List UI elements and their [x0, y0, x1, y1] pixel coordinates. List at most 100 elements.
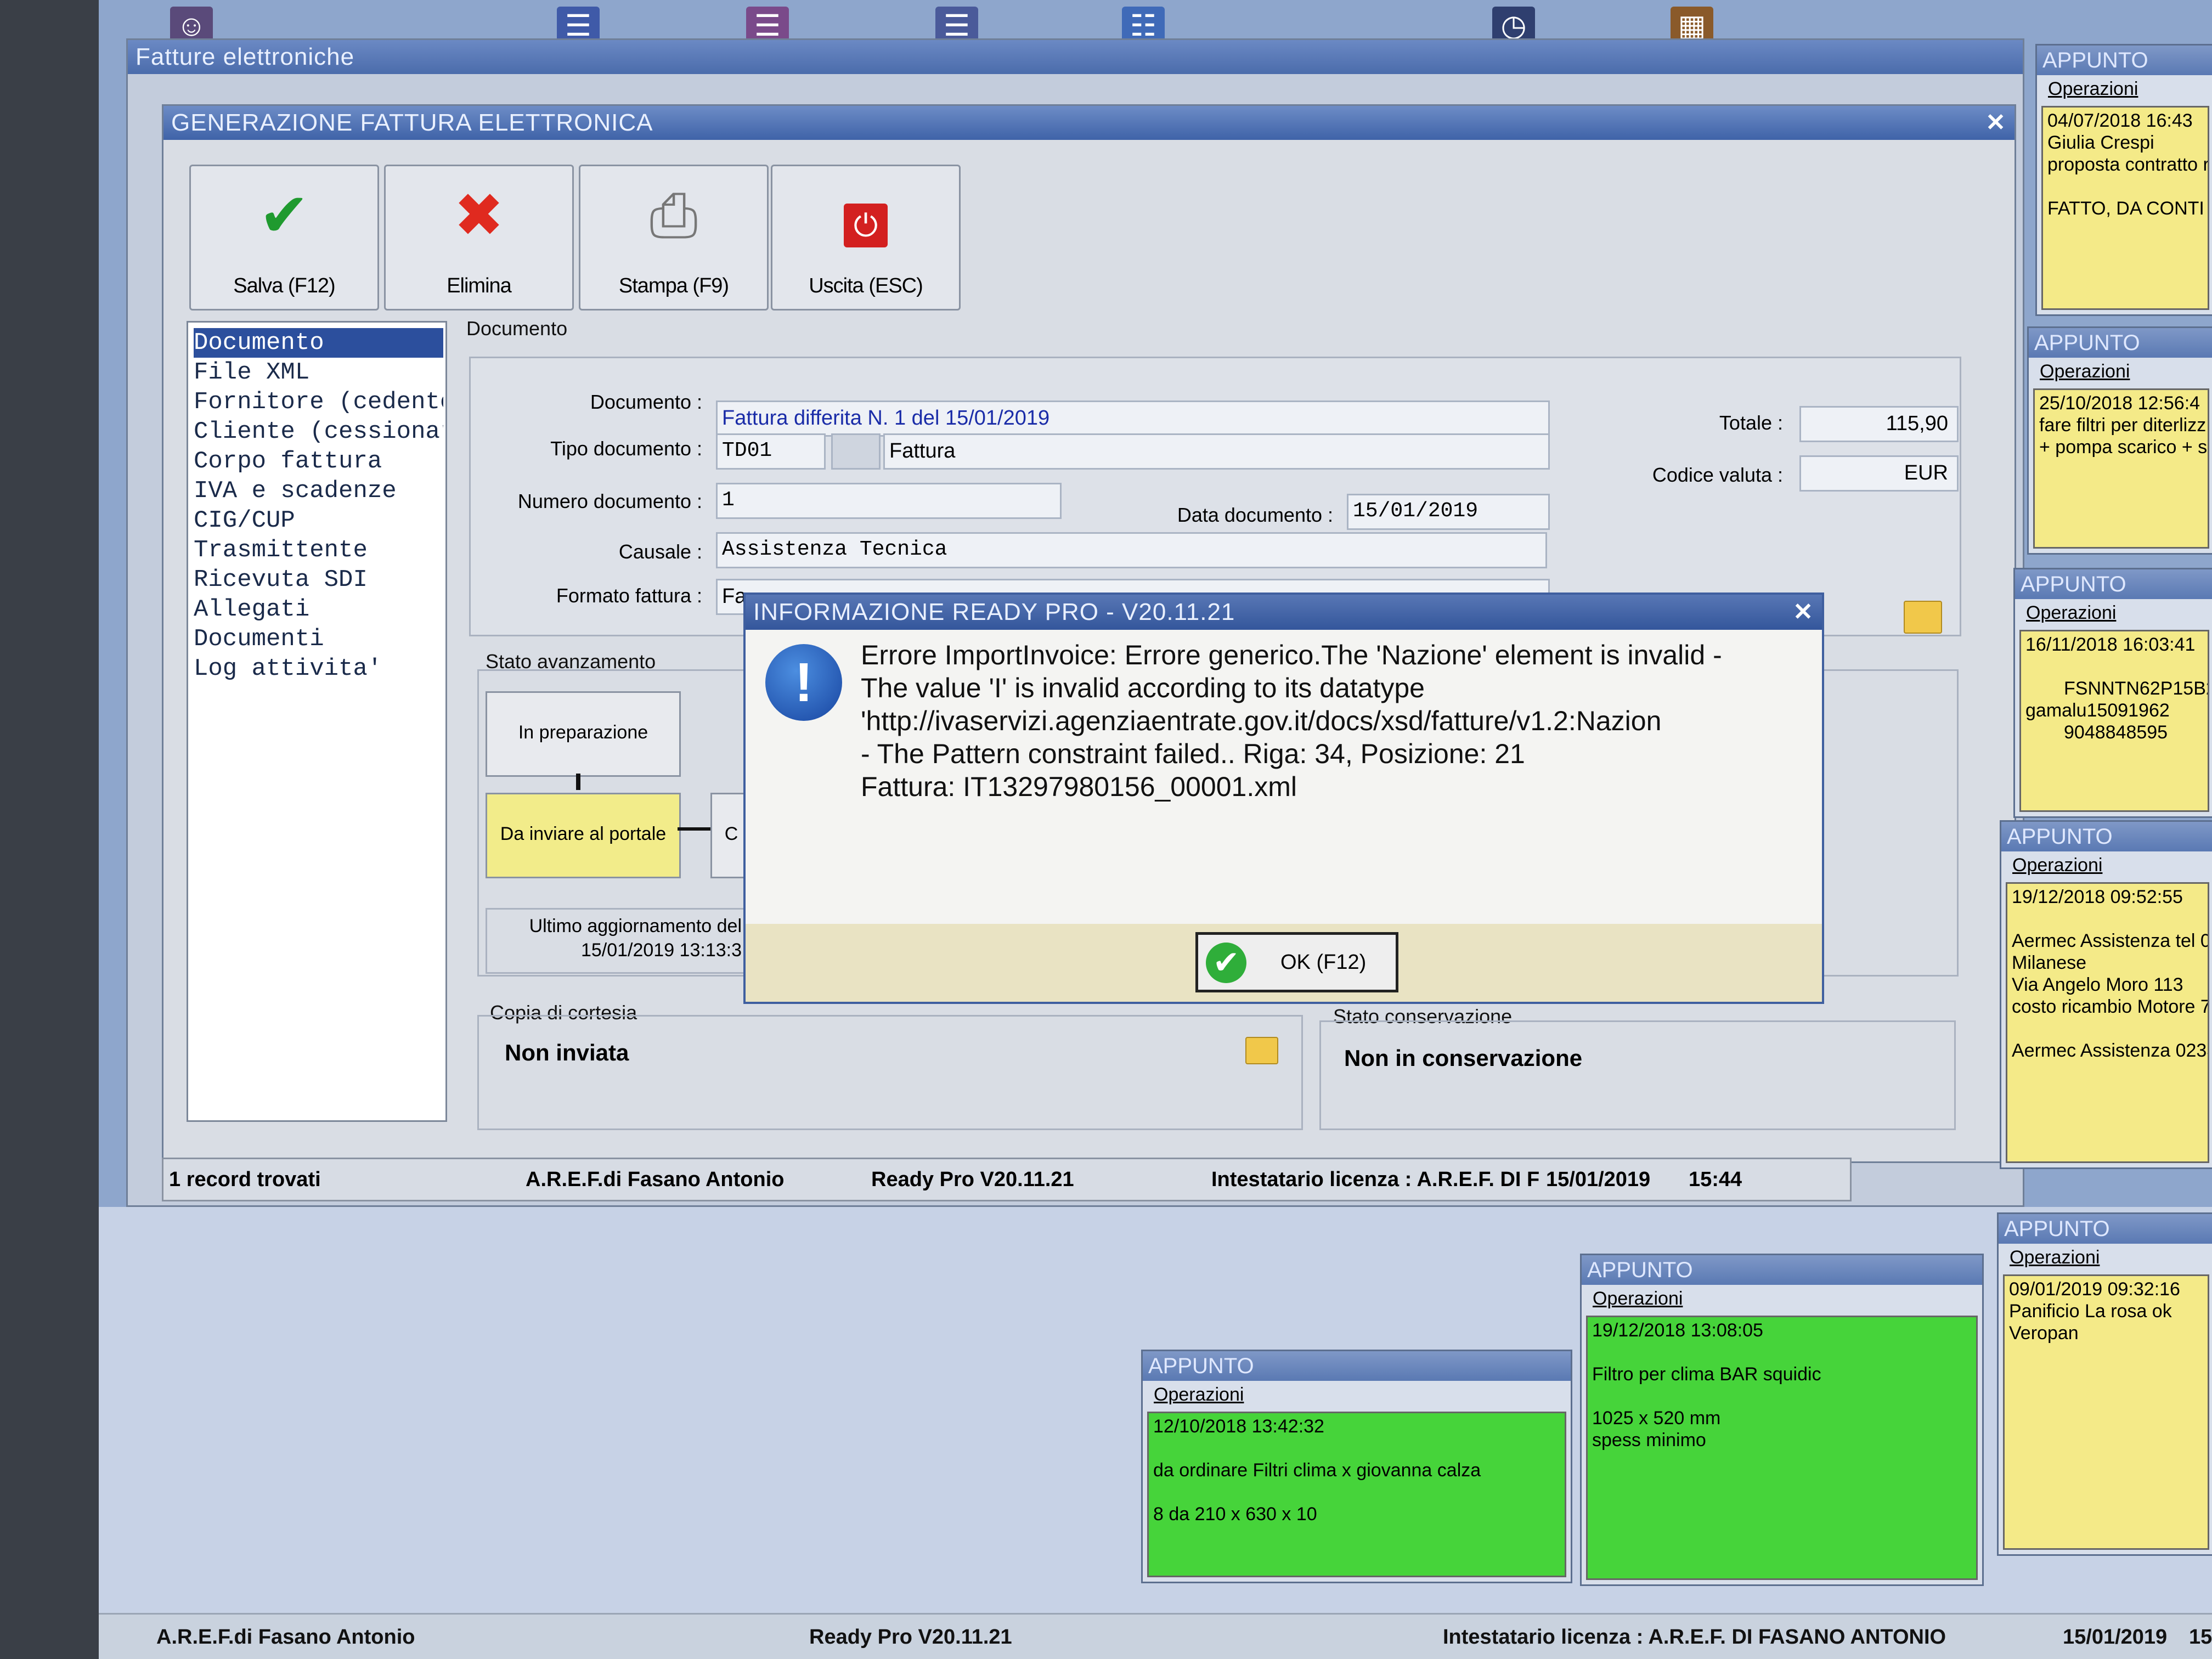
formato-fattura-label: Formato fattura : — [556, 584, 702, 607]
print-button-label: Stampa (F9) — [618, 274, 729, 297]
folder-icon[interactable] — [1904, 601, 1942, 634]
exit-button-label: Uscita (ESC) — [809, 274, 923, 297]
tipo-documento-desc-field: Fattura — [883, 433, 1550, 470]
note-operazioni-link[interactable]: Operazioni — [2026, 602, 2116, 624]
copia-cortesia-value: Non inviata — [505, 1040, 629, 1065]
tipo-documento-label: Tipo documento : — [550, 437, 702, 460]
note-line: FATTO, DA CONTI — [2047, 198, 2204, 219]
delete-button-label: Elimina — [447, 274, 512, 297]
note-line: Via Angelo Moro 113 — [2012, 974, 2183, 995]
note-card[interactable]: APPUNTO Operazioni 19/12/2018 13:08:05 F… — [1580, 1254, 1984, 1586]
dialog-message-line: Fattura: IT13297980156_00001.xml — [861, 771, 1297, 802]
note-line: gamalu15091962 — [2025, 700, 2170, 721]
note-card[interactable]: APPUNTO Operazioni 04/07/2018 16:43 Giul… — [2035, 44, 2212, 316]
note-card[interactable]: APPUNTO Operazioni 25/10/2018 12:56:4 fa… — [2027, 326, 2212, 555]
note-line — [2047, 176, 2203, 198]
note-body: 12/10/2018 13:42:32 da ordinare Filtri c… — [1147, 1412, 1566, 1577]
data-documento-label: Data documento : — [1177, 504, 1333, 526]
nav-item-allegati[interactable]: Allegati — [194, 595, 443, 624]
nav-item-corpo-fattura[interactable]: Corpo fattura — [194, 447, 443, 476]
copia-cortesia-box — [477, 1015, 1303, 1130]
note-line — [1153, 1437, 1560, 1459]
causale-field[interactable]: Assistenza Tecnica — [716, 532, 1547, 568]
note-line: 19/12/2018 09:52:55 — [2012, 887, 2183, 907]
main-window-title: GENERAZIONE FATTURA ELETTRONICA — [171, 109, 653, 136]
status-license: Intestatario licenza : A.R.E.F. DI F — [1211, 1168, 1540, 1191]
nav-item-fornitore[interactable]: Fornitore (cedente) — [194, 387, 443, 417]
tipo-documento-code-field[interactable]: TD01 — [716, 433, 826, 470]
totale-field: 115,90 — [1799, 406, 1959, 442]
nav-item-file-xml[interactable]: File XML — [194, 358, 443, 387]
note-title: APPUNTO — [1582, 1255, 1982, 1285]
dialog-message-line: The value 'I' is invalid according to it… — [861, 673, 1425, 703]
documento-field[interactable]: Fattura differita N. 1 del 15/01/2019 — [716, 400, 1550, 437]
note-title: APPUNTO — [1999, 1214, 2212, 1244]
dialog-message: Errore ImportInvoice: Errore generico.Th… — [861, 639, 1815, 803]
taskbar-version: Ready Pro V20.11.21 — [809, 1626, 1012, 1649]
note-line: spess minimo — [1592, 1430, 1706, 1451]
note-card[interactable]: APPUNTO Operazioni 19/12/2018 09:52:55 A… — [2000, 820, 2212, 1169]
nav-item-documento[interactable]: Documento — [194, 328, 443, 358]
info-dialog: INFORMAZIONE READY PRO - V20.11.21 ✕ ! E… — [743, 592, 1824, 1004]
documento-group-label: Documento — [466, 317, 568, 340]
taskbar-company: A.R.E.F.di Fasano Antonio — [156, 1626, 415, 1649]
delete-button[interactable]: ✖ Elimina — [384, 165, 574, 311]
note-line: 1025 x 520 mm — [1592, 1408, 1721, 1429]
note-line: proposta contratto r — [2047, 154, 2209, 175]
stato-connector-2 — [678, 827, 710, 831]
save-button[interactable]: ✔ Salva (F12) — [189, 165, 379, 311]
note-operazioni-link[interactable]: Operazioni — [2040, 361, 2130, 382]
status-time: 15:44 — [1689, 1168, 1742, 1191]
note-line — [1592, 1385, 1972, 1407]
note-line: Giulia Crespi — [2047, 132, 2154, 153]
stato-step-da-inviare: Da inviare al portale — [486, 793, 681, 878]
note-line: da ordinare Filtri clima x giovanna calz… — [1153, 1460, 1481, 1481]
note-line: Veropan — [2009, 1323, 2079, 1344]
dialog-title: INFORMAZIONE READY PRO - V20.11.21 — [753, 599, 1235, 625]
section-nav: Documento File XML Fornitore (cedente) C… — [187, 321, 447, 1122]
note-title: APPUNTO — [1143, 1351, 1571, 1381]
ok-button[interactable]: ✔ OK (F12) — [1195, 932, 1398, 992]
numero-documento-field[interactable]: 1 — [716, 483, 1062, 519]
status-version: Ready Pro V20.11.21 — [871, 1168, 1074, 1191]
main-window-close-button[interactable]: ✕ — [1985, 106, 2006, 140]
ok-button-label: OK (F12) — [1280, 951, 1367, 974]
nav-item-log-attivita[interactable]: Log attivita' — [194, 654, 443, 684]
nav-item-cliente[interactable]: Cliente (cessionario) — [194, 417, 443, 447]
note-operazioni-link[interactable]: Operazioni — [2048, 78, 2138, 100]
note-operazioni-link[interactable]: Operazioni — [2010, 1247, 2100, 1268]
note-title: APPUNTO — [2001, 822, 2212, 851]
nav-item-ricevuta-sdi[interactable]: Ricevuta SDI — [194, 565, 443, 595]
note-line: 12/10/2018 13:42:32 — [1153, 1416, 1324, 1437]
note-body: 16/11/2018 16:03:41 FSNNTN62P15B2 gamalu… — [2019, 630, 2209, 812]
taskbar-time: 15 — [2189, 1626, 2212, 1649]
note-card[interactable]: APPUNTO Operazioni 09/01/2019 09:32:16 P… — [1997, 1212, 2212, 1556]
copia-folder-icon[interactable] — [1245, 1037, 1278, 1064]
note-line: 19/12/2018 13:08:05 — [1592, 1320, 1763, 1341]
note-card[interactable]: APPUNTO Operazioni 12/10/2018 13:42:32 d… — [1141, 1350, 1572, 1583]
nav-item-documenti[interactable]: Documenti — [194, 624, 443, 654]
note-body: 25/10/2018 12:56:4 fare filtri per diter… — [2033, 388, 2209, 549]
note-card[interactable]: APPUNTO Operazioni 16/11/2018 16:03:41 F… — [2013, 568, 2212, 818]
note-line: 9048848595 — [2064, 722, 2168, 743]
note-operazioni-link[interactable]: Operazioni — [1154, 1384, 1244, 1406]
outer-window-title: Fatture elettroniche — [128, 40, 2023, 74]
stato-connector — [576, 774, 580, 790]
dialog-close-button[interactable]: ✕ — [1793, 595, 1813, 630]
nav-item-iva-scadenze[interactable]: IVA e scadenze — [194, 476, 443, 506]
note-line: costo ricambio Motore 7 — [2012, 996, 2209, 1017]
note-operazioni-link[interactable]: Operazioni — [2012, 855, 2102, 876]
exit-button[interactable]: ⏻ Uscita (ESC) — [771, 165, 961, 311]
tipo-documento-lookup-button[interactable] — [831, 433, 881, 470]
nav-item-cig-cup[interactable]: CIG/CUP — [194, 506, 443, 535]
data-documento-field[interactable]: 15/01/2019 — [1347, 494, 1550, 530]
note-line: 04/07/2018 16:43 — [2047, 110, 2193, 131]
taskbar-date: 15/01/2019 — [2063, 1626, 2168, 1649]
note-line: Aermec Assistenza tel 02 — [2012, 930, 2209, 951]
note-operazioni-link[interactable]: Operazioni — [1593, 1288, 1683, 1310]
dialog-message-line: Errore ImportInvoice: Errore generico.Th… — [861, 640, 1722, 670]
print-button[interactable]: ⎙ Stampa (F9) — [579, 165, 769, 311]
ultimo-aggiornamento-value: 15/01/2019 13:13:3 — [580, 940, 742, 961]
nav-item-trasmittente[interactable]: Trasmittente — [194, 535, 443, 565]
ultimo-aggiornamento-box: Ultimo aggiornamento del 15/01/2019 13:1… — [486, 908, 749, 974]
